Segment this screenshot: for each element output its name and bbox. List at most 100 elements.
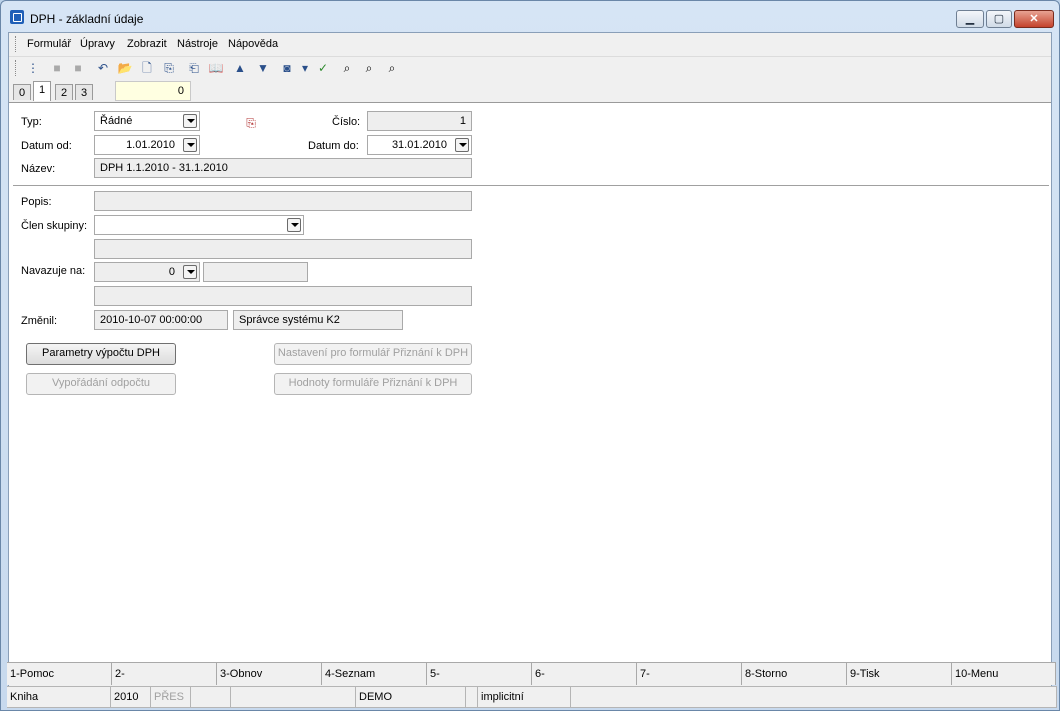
save-all-icon: ■ [74, 61, 82, 75]
datum-od-label: Datum od: [21, 140, 72, 152]
calendar-dropdown-icon[interactable] [455, 138, 469, 152]
navazuje-description [94, 286, 472, 306]
menu-grip[interactable] [15, 36, 18, 52]
clen-skupiny-select[interactable] [94, 215, 304, 235]
vyporadani-odpoctu-button[interactable]: Vypořádání odpočtu [26, 373, 176, 395]
arrow-down-icon[interactable]: ▼ [255, 60, 271, 76]
navazuje-value: 0 [168, 266, 175, 278]
open-folder-icon[interactable]: 📂 [117, 60, 133, 76]
chevron-down-icon[interactable] [183, 114, 197, 128]
toolbar-grip[interactable] [15, 60, 18, 76]
chevron-down-icon[interactable] [183, 265, 197, 279]
tabs-row: 0 1 2 3 0 [9, 81, 1051, 103]
status-blank-3 [466, 686, 478, 708]
binoculars-next-icon[interactable]: ⌕ [361, 60, 377, 76]
fkey-5[interactable]: 5- [427, 662, 532, 685]
datum-do-value: 31.01.2010 [391, 139, 447, 151]
chevron-down-icon[interactable] [287, 218, 301, 232]
parametry-vypoctu-button[interactable]: Parametry výpočtu DPH [26, 343, 176, 365]
paste-icon[interactable]: ⎗ [186, 60, 202, 76]
client-area: Formulář Úpravy Zobrazit Nástroje Nápově… [8, 32, 1052, 703]
tab-3[interactable]: 3 [75, 84, 93, 100]
new-document-icon[interactable]: 🗋 [139, 60, 155, 76]
tab-1[interactable]: 1 [33, 81, 51, 101]
fkey-1[interactable]: 1-Pomoc [7, 662, 112, 685]
menu-formular[interactable]: Formulář [27, 38, 71, 50]
menu-upravy[interactable]: Úpravy [80, 38, 115, 50]
copy-icon[interactable]: ⎘ [161, 60, 177, 76]
fkey-4[interactable]: 4-Seznam [322, 662, 427, 685]
menu-bar: Formulář Úpravy Zobrazit Nástroje Nápově… [9, 33, 1051, 55]
save-icon: ■ [53, 61, 61, 75]
typ-select[interactable]: Řádné [94, 111, 200, 131]
menu-nastroje[interactable]: Nástroje [177, 38, 218, 50]
nastaveni-formular-button[interactable]: Nastavení pro formulář Přiznání k DPH [274, 343, 472, 365]
status-blank-1 [191, 686, 231, 708]
menu-zobrazit[interactable]: Zobrazit [127, 38, 167, 50]
main-window: DPH - základní údaje ▁ ▢ ✕ Formulář Úpra… [0, 0, 1060, 711]
arrow-up-icon[interactable]: ▲ [232, 60, 248, 76]
fkey-8[interactable]: 8-Storno [742, 662, 847, 685]
status-blank-4 [571, 686, 1057, 708]
dropdown-arrow-icon[interactable]: ▾ [297, 60, 313, 76]
fkey-7[interactable]: 7- [637, 662, 742, 685]
copy-number-icon[interactable]: ⎘ [243, 115, 259, 131]
navazuje-extra-field [203, 262, 308, 282]
clen-skupiny-label: Člen skupiny: [21, 220, 88, 232]
status-bar: Kniha 2010 PŘES DEMO implicitní [1, 686, 1059, 710]
camera-icon[interactable]: ◙ [279, 60, 295, 76]
status-blank-2 [231, 686, 356, 708]
tab-2[interactable]: 2 [55, 84, 73, 100]
datum-do-input[interactable]: 31.01.2010 [367, 135, 472, 155]
hodnoty-formulare-button[interactable]: Hodnoty formuláře Přiznání k DPH [274, 373, 472, 395]
tab-0[interactable]: 0 [13, 84, 31, 100]
datum-od-value: 1.01.2010 [126, 139, 175, 151]
section-divider [13, 185, 1049, 187]
status-kniha: Kniha [7, 686, 111, 708]
fkey-9[interactable]: 9-Tisk [847, 662, 952, 685]
menu-napoveda[interactable]: Nápověda [228, 38, 278, 50]
fkey-10[interactable]: 10-Menu [952, 662, 1056, 685]
binoculars-settings-icon[interactable]: ⌕ [384, 60, 400, 76]
navazuje-select[interactable]: 0 [94, 262, 200, 282]
nazev-field[interactable]: DPH 1.1.2010 - 31.1.2010 [94, 158, 472, 178]
zmenil-user-field: Správce systému K2 [233, 310, 403, 330]
maximize-button[interactable]: ▢ [986, 10, 1012, 28]
status-database: DEMO [356, 686, 466, 708]
record-number: 0 [115, 81, 191, 101]
tree-icon[interactable]: ⋮ [25, 60, 41, 76]
typ-label: Typ: [21, 116, 42, 128]
clen-skupiny-description [94, 239, 472, 259]
fkey-2[interactable]: 2- [112, 662, 217, 685]
window-title: DPH - základní údaje [30, 12, 144, 26]
status-mode: PŘES [151, 686, 191, 708]
datum-od-input[interactable]: 1.01.2010 [94, 135, 200, 155]
fkey-3[interactable]: 3-Obnov [217, 662, 322, 685]
navazuje-label: Navazuje na: [21, 265, 86, 277]
nazev-label: Název: [21, 163, 56, 175]
binoculars-icon[interactable]: ⌕ [339, 60, 355, 76]
fkey-6[interactable]: 6- [532, 662, 637, 685]
form-panel: Typ: Řádné ⎘ Číslo: 1 Datum od: 1.01.201… [9, 102, 1051, 665]
title-bar[interactable]: DPH - základní údaje ▁ ▢ ✕ [1, 1, 1059, 31]
zmenil-label: Změnil: [21, 315, 58, 327]
datum-do-label: Datum do: [308, 140, 359, 152]
book-icon[interactable]: 📖 [208, 60, 224, 76]
minimize-icon: ▁ [965, 13, 975, 25]
cislo-field: 1 [367, 111, 472, 131]
app-icon [10, 10, 24, 24]
popis-field[interactable] [94, 191, 472, 211]
status-profile: implicitní [478, 686, 571, 708]
maximize-icon: ▢ [993, 13, 1005, 25]
function-key-bar: 1-Pomoc 2- 3-Obnov 4-Seznam 5- 6- 7- 8-S… [1, 662, 1059, 686]
typ-value: Řádné [100, 115, 133, 127]
check-filter-icon[interactable]: ✓ [315, 60, 331, 76]
toolbar: ⋮ ■ ■ ↶ 📂 🗋 ⎘ ⎗ 📖 ▲ ▼ ◙ ▾ ✓ ⌕ ⌕ ⌕ [9, 56, 1051, 81]
cislo-label: Číslo: [332, 116, 361, 128]
close-button[interactable]: ✕ [1014, 10, 1054, 28]
zmenil-date-field: 2010-10-07 00:00:00 [94, 310, 228, 330]
close-icon: ✕ [1029, 13, 1039, 25]
minimize-button[interactable]: ▁ [956, 10, 984, 28]
undo-icon[interactable]: ↶ [95, 60, 111, 76]
calendar-dropdown-icon[interactable] [183, 138, 197, 152]
